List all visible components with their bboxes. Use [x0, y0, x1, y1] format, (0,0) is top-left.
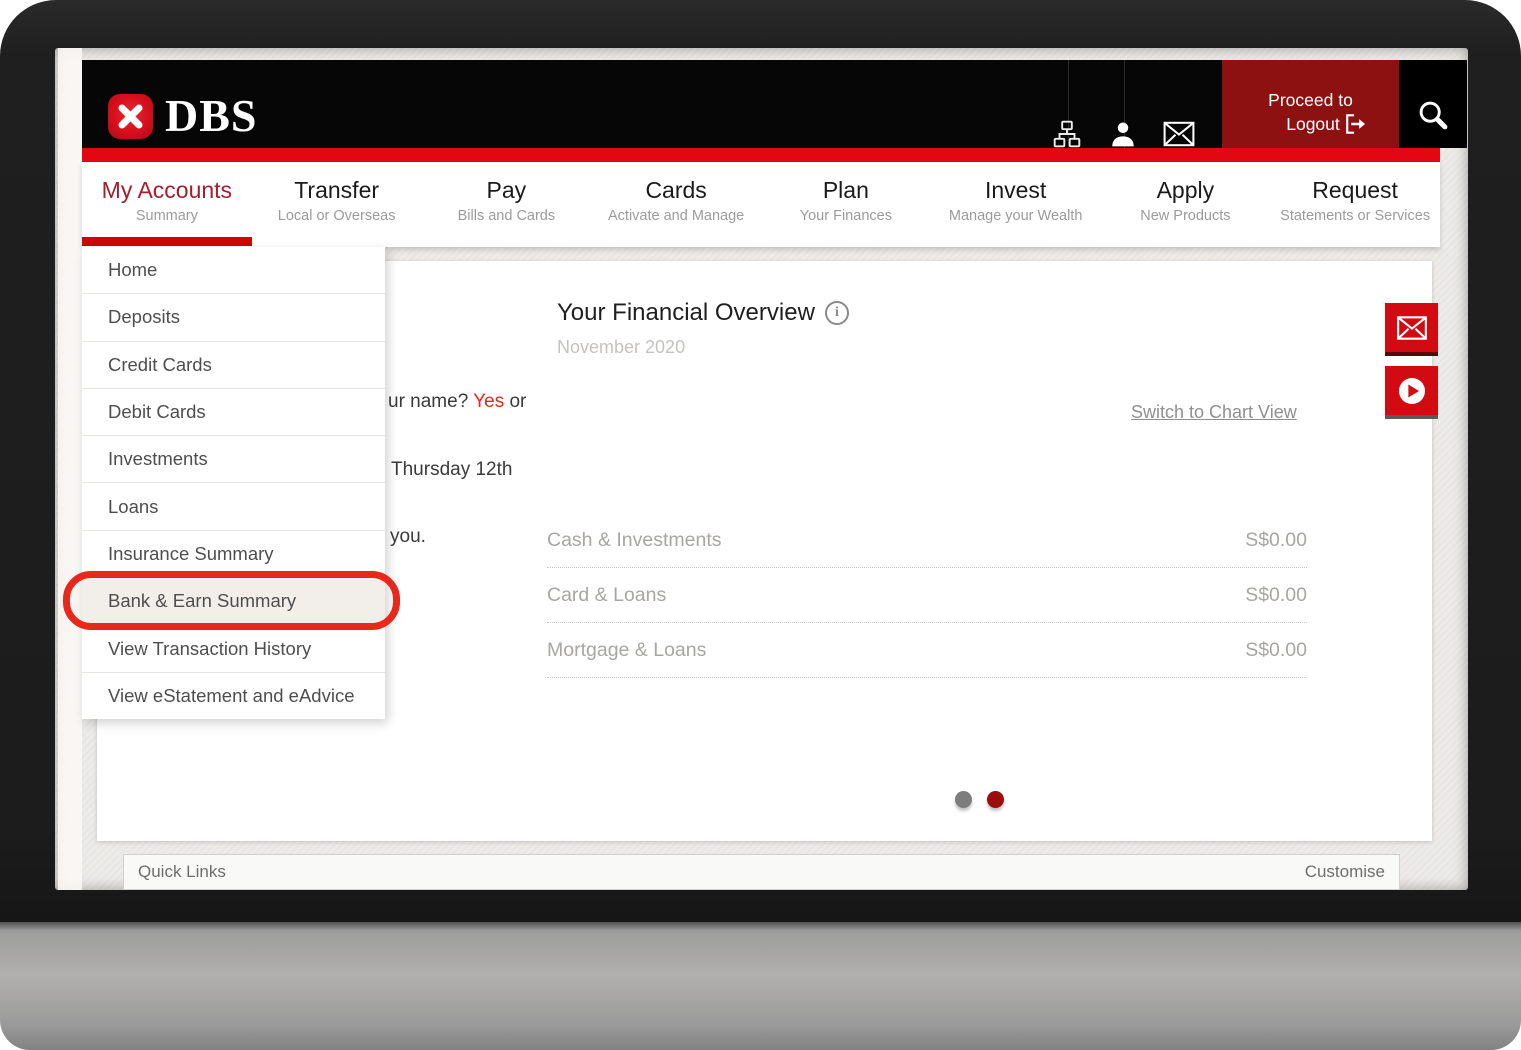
main-nav: My Accounts Summary Transfer Local or Ov… — [82, 162, 1440, 247]
brand-red-strip — [82, 148, 1440, 162]
carousel-dot-active[interactable] — [987, 791, 1004, 808]
sidebar-item-insurance-summary[interactable]: Insurance Summary — [82, 530, 385, 577]
dbs-logo[interactable]: DBS — [108, 93, 257, 139]
logout-label-line2: Logout — [1286, 114, 1340, 135]
logout-label-line1: Proceed to — [1268, 90, 1353, 111]
active-tab-underline — [82, 237, 252, 246]
switch-to-chart-view-link[interactable]: Switch to Chart View — [1131, 402, 1297, 423]
my-accounts-dropdown: Home Deposits Credit Cards Debit Cards I… — [82, 247, 385, 719]
logout-icon — [1343, 113, 1367, 135]
customise-link[interactable]: Customise — [1305, 862, 1385, 882]
info-icon[interactable]: i — [825, 301, 849, 325]
nav-item-cards[interactable]: Cards Activate and Manage — [591, 162, 761, 247]
sidebar-item-view-estatement-eadvice[interactable]: View eStatement and eAdvice — [82, 672, 385, 719]
sidebar-item-credit-cards[interactable]: Credit Cards — [82, 341, 385, 388]
dbs-logo-text: DBS — [165, 93, 257, 139]
quick-links-label: Quick Links — [138, 862, 226, 882]
sidebar-item-home[interactable]: Home — [82, 247, 385, 293]
overview-table: Cash & Investments S$0.00 Card & Loans S… — [547, 513, 1307, 678]
sidebar-item-bank-earn-summary[interactable]: Bank & Earn Summary — [82, 577, 385, 624]
page-left-margin — [58, 48, 82, 890]
nav-item-transfer[interactable]: Transfer Local or Overseas — [252, 162, 422, 247]
carousel-dots — [955, 791, 1004, 808]
topbar: DBS — [82, 60, 1440, 148]
nav-item-apply[interactable]: Apply New Products — [1101, 162, 1271, 247]
mail-icon[interactable] — [1162, 117, 1196, 151]
proceed-to-logout-button[interactable]: Proceed to Logout — [1222, 60, 1399, 148]
sidebar-item-investments[interactable]: Investments — [82, 435, 385, 482]
sidebar-item-loans[interactable]: Loans — [82, 482, 385, 529]
carousel-dot[interactable] — [955, 791, 972, 808]
obscured-text-line: you. — [390, 525, 426, 549]
search-icon — [1416, 98, 1450, 132]
sitemap-icon[interactable] — [1050, 117, 1084, 151]
period-label: November 2020 — [557, 337, 685, 358]
screen: DBS — [55, 48, 1468, 890]
user-icon[interactable] — [1106, 117, 1140, 151]
search-button[interactable] — [1399, 60, 1467, 148]
quick-links-bar: Quick Links Customise — [123, 854, 1400, 890]
play-icon — [1395, 374, 1429, 408]
nav-item-my-accounts[interactable]: My Accounts Summary — [82, 162, 252, 247]
nav-item-invest[interactable]: Invest Manage your Wealth — [931, 162, 1101, 247]
sidebar-item-view-transaction-history[interactable]: View Transaction History — [82, 624, 385, 671]
obscured-text-line: ur name? Yes or — [388, 390, 526, 414]
dbs-logo-icon — [108, 94, 153, 139]
mail-icon — [1396, 315, 1428, 341]
laptop-mockup: DBS — [0, 0, 1521, 1050]
video-play-button[interactable] — [1385, 366, 1438, 419]
laptop-base — [0, 922, 1521, 1050]
table-row: Cash & Investments S$0.00 — [547, 513, 1307, 568]
table-row: Mortgage & Loans S$0.00 — [547, 623, 1307, 678]
nav-item-plan[interactable]: Plan Your Finances — [761, 162, 931, 247]
nav-item-pay[interactable]: Pay Bills and Cards — [422, 162, 592, 247]
yes-link[interactable]: Yes — [473, 391, 504, 412]
sidebar-item-deposits[interactable]: Deposits — [82, 293, 385, 340]
nav-item-request[interactable]: Request Statements or Services — [1270, 162, 1440, 247]
sidebar-item-debit-cards[interactable]: Debit Cards — [82, 388, 385, 435]
table-row: Card & Loans S$0.00 — [547, 568, 1307, 623]
obscured-text-line: Thursday 12th — [391, 458, 512, 482]
contact-mail-button[interactable] — [1385, 303, 1438, 356]
page-title: Your Financial Overview i — [557, 299, 849, 327]
